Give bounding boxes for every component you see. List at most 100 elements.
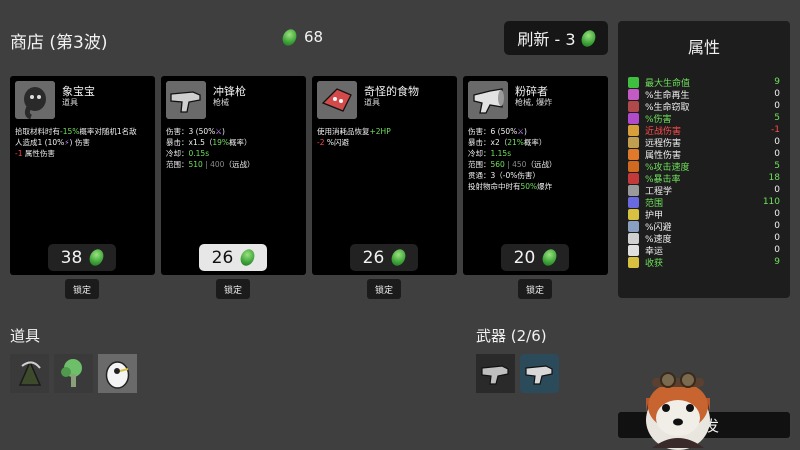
stat-row: 幸运 0 bbox=[628, 244, 780, 257]
description-text: 560 bbox=[490, 160, 505, 169]
card-description: 伤害：6 (50%⚔) 暴击：x2（21%概率） 冷却：1.15s 范围：560 | … bbox=[468, 126, 606, 192]
shop-card[interactable]: 象宝宝 道具 拾取材料时有-15%概率对随机1名敌 人造成1 (10%⚡) 伤害 -1 … bbox=[10, 76, 155, 275]
stats-list: 最大生命值 9 %生命再生 0 %生命窃取 0 %伤害 5 近战伤害 -1 远程伤害 0 属性伤害 0 %攻… bbox=[628, 76, 780, 269]
stat-label: 收获 bbox=[645, 258, 664, 269]
price-value: 20 bbox=[513, 247, 536, 268]
heart-icon bbox=[628, 76, 639, 88]
card-type: 道具 bbox=[62, 98, 78, 107]
card-description: 使用消耗品恢复+2HP -2 %闪避 bbox=[317, 126, 455, 148]
description-text: 50% bbox=[520, 182, 538, 191]
weapon-slot-1[interactable] bbox=[476, 354, 515, 393]
description-line: 范围：510 | 400（远战） bbox=[166, 159, 304, 170]
description-line: -2 %闪避 bbox=[317, 137, 455, 148]
description-text: 人造成1 (10% bbox=[15, 138, 65, 147]
description-text: 510 bbox=[188, 160, 203, 169]
card-description: 伤害：3 (50%⚔) 暴击：x1.5（19%概率） 冷却：0.15s 范围：510 … bbox=[166, 126, 304, 170]
smg-icon bbox=[525, 365, 553, 385]
buy-button[interactable]: 20 bbox=[501, 244, 569, 271]
lock-button[interactable]: 锁定 bbox=[65, 279, 99, 299]
stat-row: %生命窃取 0 bbox=[628, 100, 780, 113]
stats-title: 属性 bbox=[687, 38, 720, 57]
stat-value: 0 bbox=[774, 101, 780, 111]
reroll-button[interactable]: 刷新 - 3 bbox=[504, 21, 608, 55]
stat-row: 属性伤害 0 bbox=[628, 148, 780, 161]
lock-label: 锁定 bbox=[223, 285, 242, 296]
stat-row: %速度 0 bbox=[628, 232, 780, 245]
description-text: （远战） bbox=[224, 160, 255, 169]
harvest-icon bbox=[628, 256, 639, 268]
shop-card[interactable]: 冲锋枪 枪械 伤害：3 (50%⚔) 暴击：x1.5（19%概率） 冷却：0.15s 范围… bbox=[161, 76, 306, 275]
engineering-icon bbox=[628, 184, 639, 196]
price-value: 26 bbox=[211, 247, 234, 268]
lock-button[interactable]: 锁定 bbox=[518, 279, 552, 299]
description-text: ⚔ bbox=[517, 127, 524, 136]
card-type: 道具 bbox=[364, 98, 380, 107]
stat-value: 5 bbox=[774, 113, 780, 123]
description-line: 拾取材料时有-15%概率对随机1名敌 bbox=[15, 126, 153, 137]
description-line: 人造成1 (10%⚡) 伤害 bbox=[15, 137, 153, 148]
stat-value: 0 bbox=[774, 185, 780, 195]
weapon-slot-2[interactable] bbox=[520, 354, 559, 393]
stat-row: %生命再生 0 bbox=[628, 88, 780, 101]
stat-row: 近战伤害 -1 bbox=[628, 124, 780, 137]
materials-count: 68 bbox=[304, 28, 324, 46]
crit-icon bbox=[628, 172, 639, 184]
attack-speed-icon bbox=[628, 160, 639, 172]
lock-label: 锁定 bbox=[72, 285, 91, 296]
stat-row: %伤害 5 bbox=[628, 112, 780, 125]
description-text: +2HP bbox=[369, 127, 391, 136]
luck-icon bbox=[628, 244, 639, 256]
card-description: 拾取材料时有-15%概率对随机1名敌 人造成1 (10%⚡) 伤害 -1 属性伤害 bbox=[15, 126, 153, 159]
stat-row: %暴击率 18 bbox=[628, 172, 780, 185]
description-line: 范围：560 | 450（远战） bbox=[468, 159, 606, 170]
stat-value: 0 bbox=[774, 221, 780, 231]
buy-button[interactable]: 38 bbox=[48, 244, 116, 271]
description-line: 暴击：x2（21%概率） bbox=[468, 137, 606, 148]
stat-row: 范围 110 bbox=[628, 196, 780, 209]
description-text: 爆炸 bbox=[537, 182, 553, 191]
elemental-icon bbox=[628, 148, 639, 160]
speed-icon bbox=[628, 232, 639, 244]
regen-icon bbox=[628, 88, 639, 100]
reroll-label: 刷新 - 3 bbox=[517, 30, 576, 49]
description-text: 1.15s bbox=[490, 149, 512, 158]
smg-icon bbox=[476, 354, 515, 393]
lock-label: 锁定 bbox=[525, 285, 544, 296]
description-line: 投射物命中时有50%爆炸 bbox=[468, 181, 606, 192]
description-text: 暴击：x2（ bbox=[468, 138, 508, 147]
lock-button[interactable]: 锁定 bbox=[367, 279, 401, 299]
material-gem-icon bbox=[578, 27, 598, 49]
description-text: ) bbox=[524, 127, 527, 136]
stat-row: 护甲 0 bbox=[628, 208, 780, 221]
stat-row: 工程学 0 bbox=[628, 184, 780, 197]
stat-value: 0 bbox=[774, 89, 780, 99]
price-value: 38 bbox=[60, 247, 83, 268]
item-slot-egg[interactable] bbox=[98, 354, 137, 393]
item-slot-alien-tree[interactable] bbox=[54, 354, 93, 393]
description-text: 范围： bbox=[166, 160, 189, 169]
item-slot-scythe-hat[interactable] bbox=[10, 354, 49, 393]
description-text: 范围： bbox=[468, 160, 491, 169]
description-text: | 400 bbox=[202, 160, 225, 169]
stat-row: %攻击速度 5 bbox=[628, 160, 780, 173]
stat-value: 0 bbox=[774, 149, 780, 159]
description-text: ) 伤害 bbox=[69, 138, 90, 147]
lock-button[interactable]: 锁定 bbox=[216, 279, 250, 299]
description-text: 冷却： bbox=[468, 149, 491, 158]
description-line: -1 属性伤害 bbox=[15, 148, 153, 159]
shop-card[interactable]: 粉碎者 枪械, 爆炸 伤害：6 (50%⚔) 暴击：x2（21%概率） 冷却：1.15s… bbox=[463, 76, 608, 275]
stat-value: 110 bbox=[762, 197, 780, 207]
description-text: 投射物命中时有 bbox=[468, 182, 521, 191]
description-text: 属性伤害 bbox=[22, 149, 55, 158]
material-gem-icon bbox=[87, 247, 107, 268]
description-text: 冷却： bbox=[166, 149, 189, 158]
buy-button[interactable]: 26 bbox=[350, 244, 418, 271]
ranged-icon bbox=[628, 136, 639, 148]
shop-card[interactable]: 奇怪的食物 道具 使用消耗品恢复+2HP -2 %闪避 26 bbox=[312, 76, 457, 275]
description-text: 0.15s bbox=[188, 149, 210, 158]
red-panda-avatar bbox=[638, 358, 718, 450]
lock-label: 锁定 bbox=[374, 285, 393, 296]
buy-button[interactable]: 26 bbox=[199, 244, 267, 271]
description-text: 伤害：6 (50% bbox=[468, 127, 518, 136]
description-text: 贯通：3（-0%伤害） bbox=[468, 171, 540, 180]
